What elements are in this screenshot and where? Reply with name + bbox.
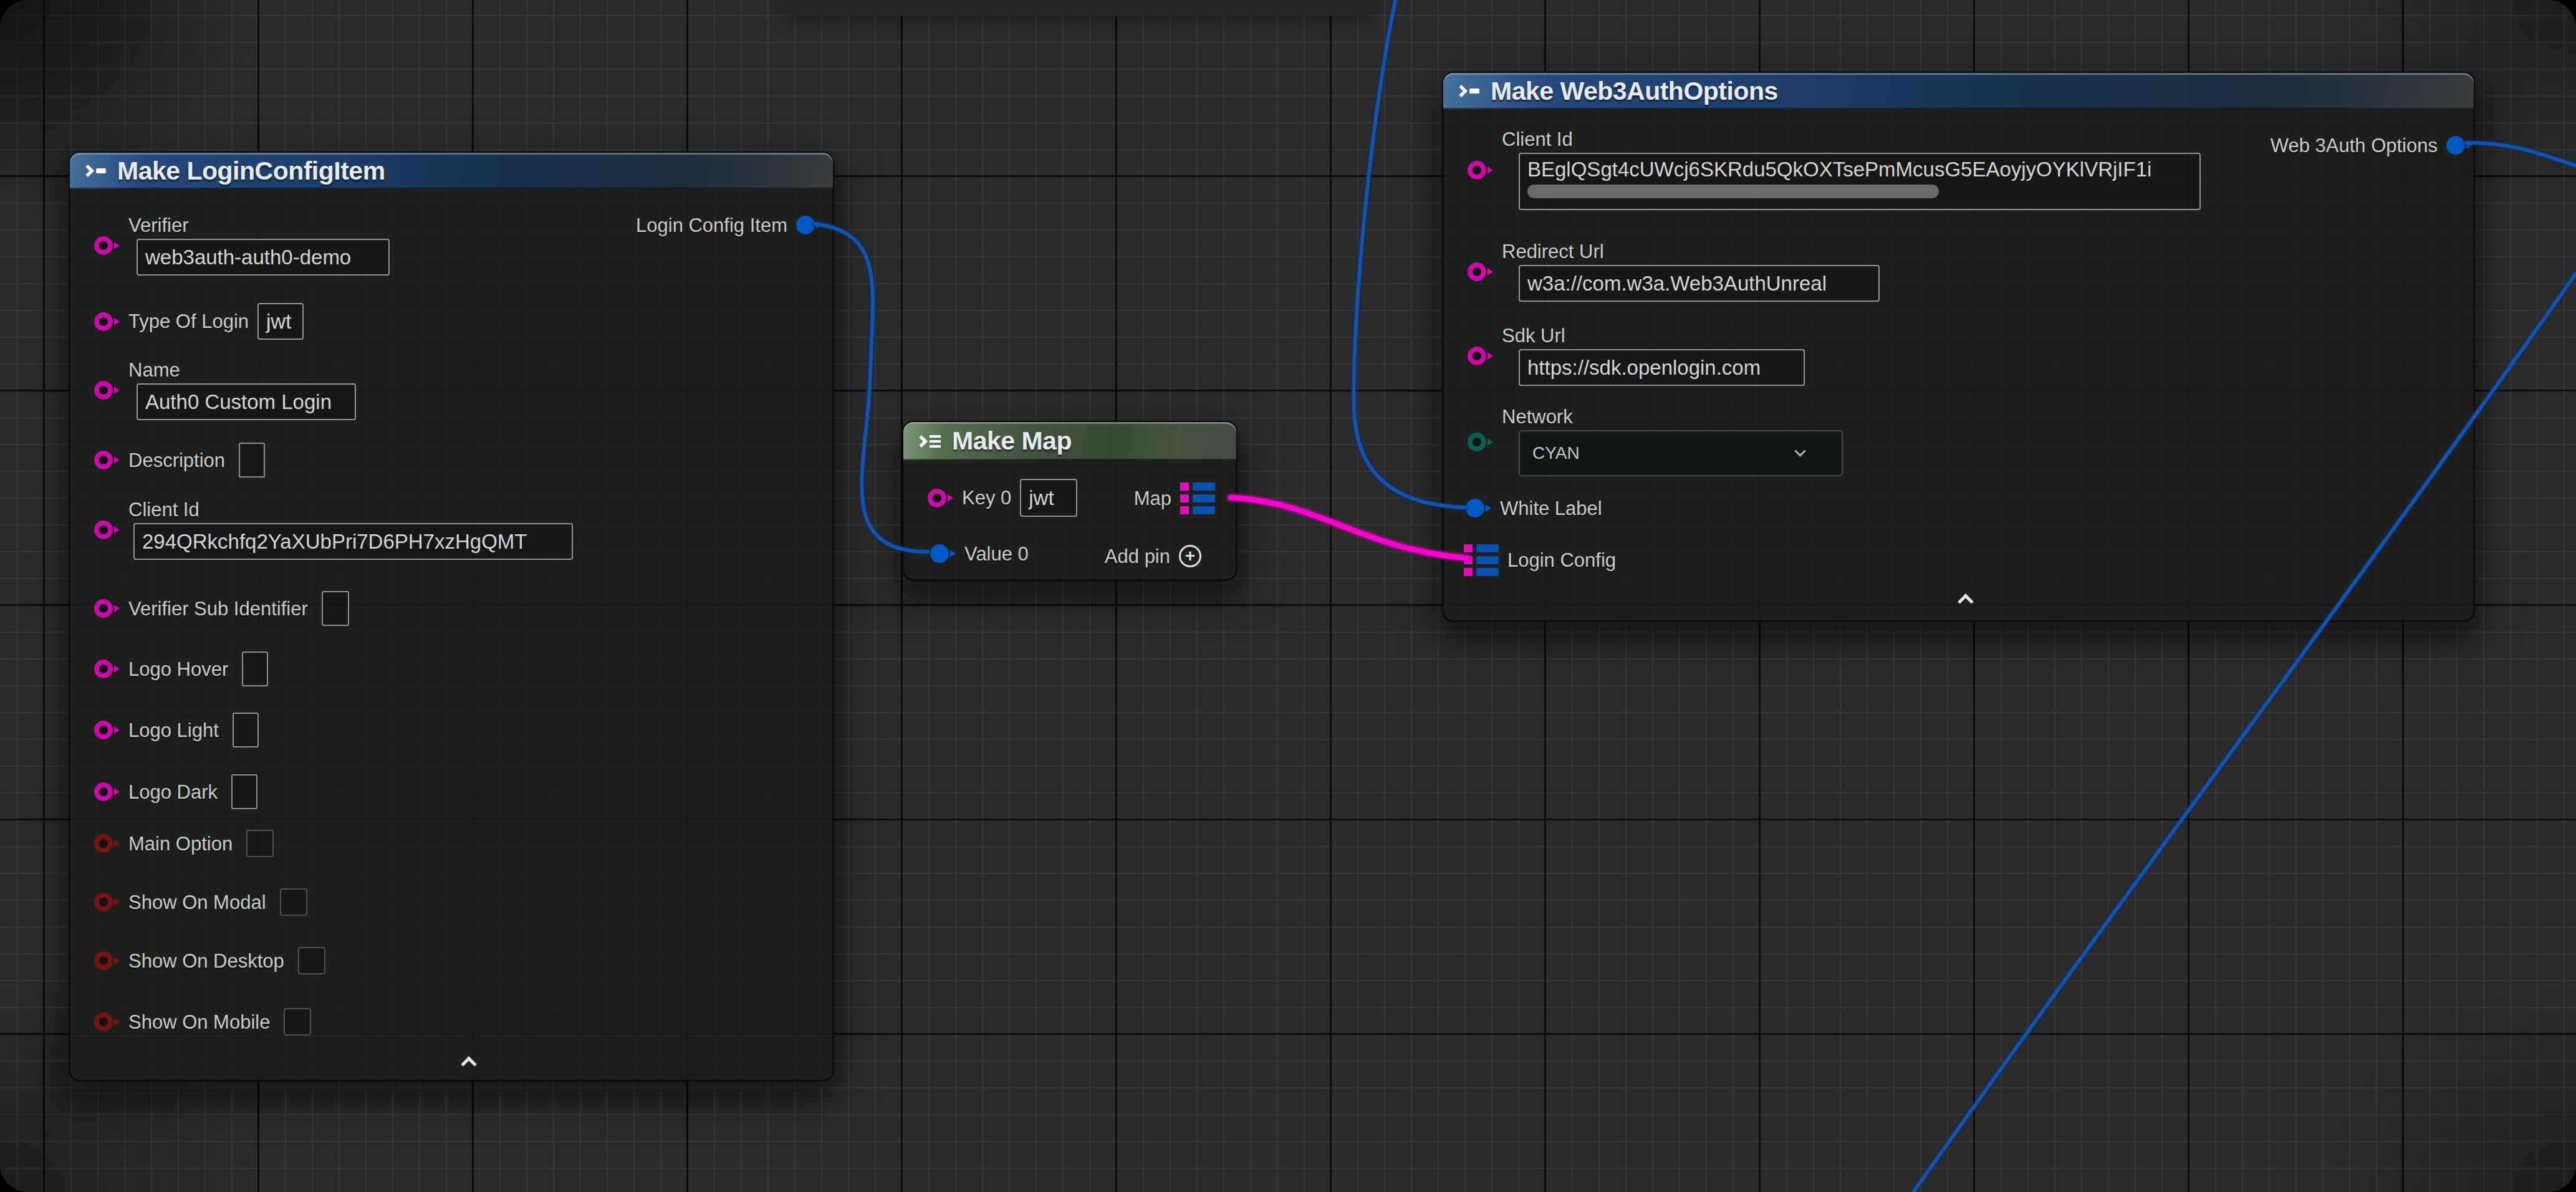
key-0-input[interactable]: jwt (1020, 479, 1077, 517)
pin-login-config-item-out[interactable] (796, 216, 822, 234)
collapse-chevron[interactable] (461, 1056, 476, 1072)
client-id-input[interactable]: 294QRkchfq2YaXUbPri7D6PH7xzHgQMT (133, 523, 573, 560)
wire-web3authoptions-out-glow (2466, 143, 2576, 167)
offscreen-node-bottom (779, 0, 1378, 16)
verifier-input[interactable]: web3auth-auth0-demo (137, 239, 390, 276)
node-make-loginconfigitem-header[interactable]: Make LoginConfigItem (70, 153, 833, 189)
pin-white-label[interactable] (1466, 499, 1491, 517)
pin-row-client-id3: Client Id BEglQSgt4cUWcj6SKRdu5QkOXTsePm… (1468, 130, 2201, 210)
pin-value-0[interactable] (930, 544, 956, 563)
pin-row-web3auth-options-out: Web 3Auth Options (2271, 136, 2472, 155)
pin-client-id3[interactable] (1468, 161, 1493, 180)
node-make-map-header[interactable]: Make Map (903, 422, 1236, 460)
pin-verifier-sub-identifier[interactable] (94, 599, 120, 618)
pin-network[interactable] (1468, 433, 1493, 451)
make-struct-icon (1457, 87, 1479, 95)
pin-name[interactable] (94, 381, 120, 400)
logo-dark-input[interactable] (231, 774, 257, 809)
pin-description[interactable] (94, 451, 120, 469)
collapse-chevron[interactable] (1958, 594, 1973, 609)
wire-map-to-loginconfig-glow (1231, 497, 1466, 558)
sdk-url-input[interactable]: https://sdk.openlogin.com (1519, 349, 1805, 386)
description-input[interactable] (239, 443, 265, 478)
pin-logo-dark[interactable] (94, 782, 120, 801)
pin-key-0[interactable] (928, 489, 953, 507)
chevron-down-icon (1794, 445, 1805, 456)
pin-logo-light[interactable] (94, 721, 120, 739)
pin-row-name: Name Auth0 Custom Login (94, 360, 356, 420)
pin-login-config[interactable] (1464, 544, 1499, 576)
pin-row-logo-hover: Logo Hover (94, 651, 268, 686)
pin-row-redirect-url: Redirect Url w3a://com.w3a.Web3AuthUnrea… (1468, 242, 1880, 302)
pin-row-sdk-url: Sdk Url https://sdk.openlogin.com (1468, 326, 1805, 386)
pin-sdk-url[interactable] (1468, 347, 1493, 365)
wire-map-to-loginconfig (1231, 497, 1466, 558)
node-make-web3authoptions[interactable]: Make Web3AuthOptions Client Id BEglQSgt4… (1442, 72, 2475, 622)
show-on-desktop-checkbox[interactable] (298, 947, 325, 974)
node-title: Make Web3AuthOptions (1491, 79, 1778, 104)
add-pin-icon: + (1179, 545, 1201, 567)
pin-row-client-id: Client Id 294QRkchfq2YaXUbPri7D6PH7xzHgQ… (94, 500, 573, 560)
show-on-modal-checkbox[interactable] (280, 888, 307, 916)
node-make-web3authoptions-header[interactable]: Make Web3AuthOptions (1443, 73, 2474, 109)
client-id3-scrollbar[interactable] (1527, 185, 1939, 198)
pin-row-login-config: Login Config (1464, 544, 1616, 576)
node-title: Make LoginConfigItem (117, 158, 385, 184)
pin-row-logo-light: Logo Light (94, 713, 259, 747)
pin-web3auth-options-out[interactable] (2446, 136, 2472, 155)
node-make-map[interactable]: Make Map Key 0 jwt Map Value 0 Add pin + (902, 421, 1238, 581)
redirect-url-input[interactable]: w3a://com.w3a.Web3AuthUnreal (1519, 265, 1880, 302)
pin-row-white-label: White Label (1466, 499, 1602, 517)
pin-row-value-0: Value 0 (930, 544, 1029, 563)
pin-row-verifier-sub-identifier: Verifier Sub Identifier (94, 591, 349, 626)
logo-light-input[interactable] (233, 713, 259, 747)
pin-row-map-out: Map (1134, 482, 1215, 514)
main-option-checkbox[interactable] (246, 830, 274, 857)
pin-label: Verifier (128, 216, 390, 235)
pin-row-show-on-modal: Show On Modal (94, 885, 307, 920)
type-of-login-input[interactable]: jwt (257, 303, 304, 340)
pin-client-id[interactable] (94, 521, 120, 539)
pin-show-on-mobile[interactable] (94, 1012, 120, 1031)
add-pin-button[interactable]: Add pin + (1105, 545, 1201, 567)
pin-main-option[interactable] (94, 834, 120, 853)
pin-show-on-modal[interactable] (94, 893, 120, 911)
node-make-loginconfigitem[interactable]: Make LoginConfigItem Verifier web3auth-a… (69, 151, 834, 1082)
pin-row-network: Network CYAN (1468, 407, 1843, 476)
pin-row-main-option: Main Option (94, 826, 274, 861)
pin-redirect-url[interactable] (1468, 262, 1493, 281)
pin-logo-hover[interactable] (94, 660, 120, 678)
wire-web3authoptions-out (2466, 143, 2576, 167)
client-id3-input[interactable]: BEglQSgt4cUWcj6SKRdu5QkOXTsePmMcusG5EAoy… (1519, 153, 2201, 210)
make-map-icon (917, 435, 941, 448)
pin-row-logo-dark: Logo Dark (94, 774, 257, 809)
pin-row-login-config-item-out: Login Config Item (636, 216, 822, 234)
pin-row-type-of-login: Type Of Login jwt (94, 303, 304, 340)
pin-row-show-on-mobile: Show On Mobile (94, 1004, 311, 1039)
pin-row-verifier: Verifier web3auth-auth0-demo (94, 216, 390, 276)
blueprint-graph-canvas[interactable]: Make LoginConfigItem Verifier web3auth-a… (0, 0, 2576, 1192)
pin-row-key-0: Key 0 jwt (928, 479, 1077, 517)
show-on-mobile-checkbox[interactable] (284, 1008, 311, 1036)
logo-hover-input[interactable] (242, 651, 268, 686)
pin-type-of-login[interactable] (94, 312, 120, 331)
network-dropdown[interactable]: CYAN (1519, 430, 1843, 476)
pin-map-out[interactable] (1180, 483, 1215, 514)
make-struct-icon (84, 166, 106, 175)
pin-row-description: Description (94, 443, 265, 478)
name-input[interactable]: Auth0 Custom Login (137, 383, 356, 420)
pin-verifier[interactable] (94, 236, 120, 255)
pin-row-show-on-desktop: Show On Desktop (94, 943, 325, 978)
pin-show-on-desktop[interactable] (94, 951, 120, 970)
node-title: Make Map (952, 428, 1072, 454)
verifier-sub-identifier-input[interactable] (322, 591, 349, 626)
